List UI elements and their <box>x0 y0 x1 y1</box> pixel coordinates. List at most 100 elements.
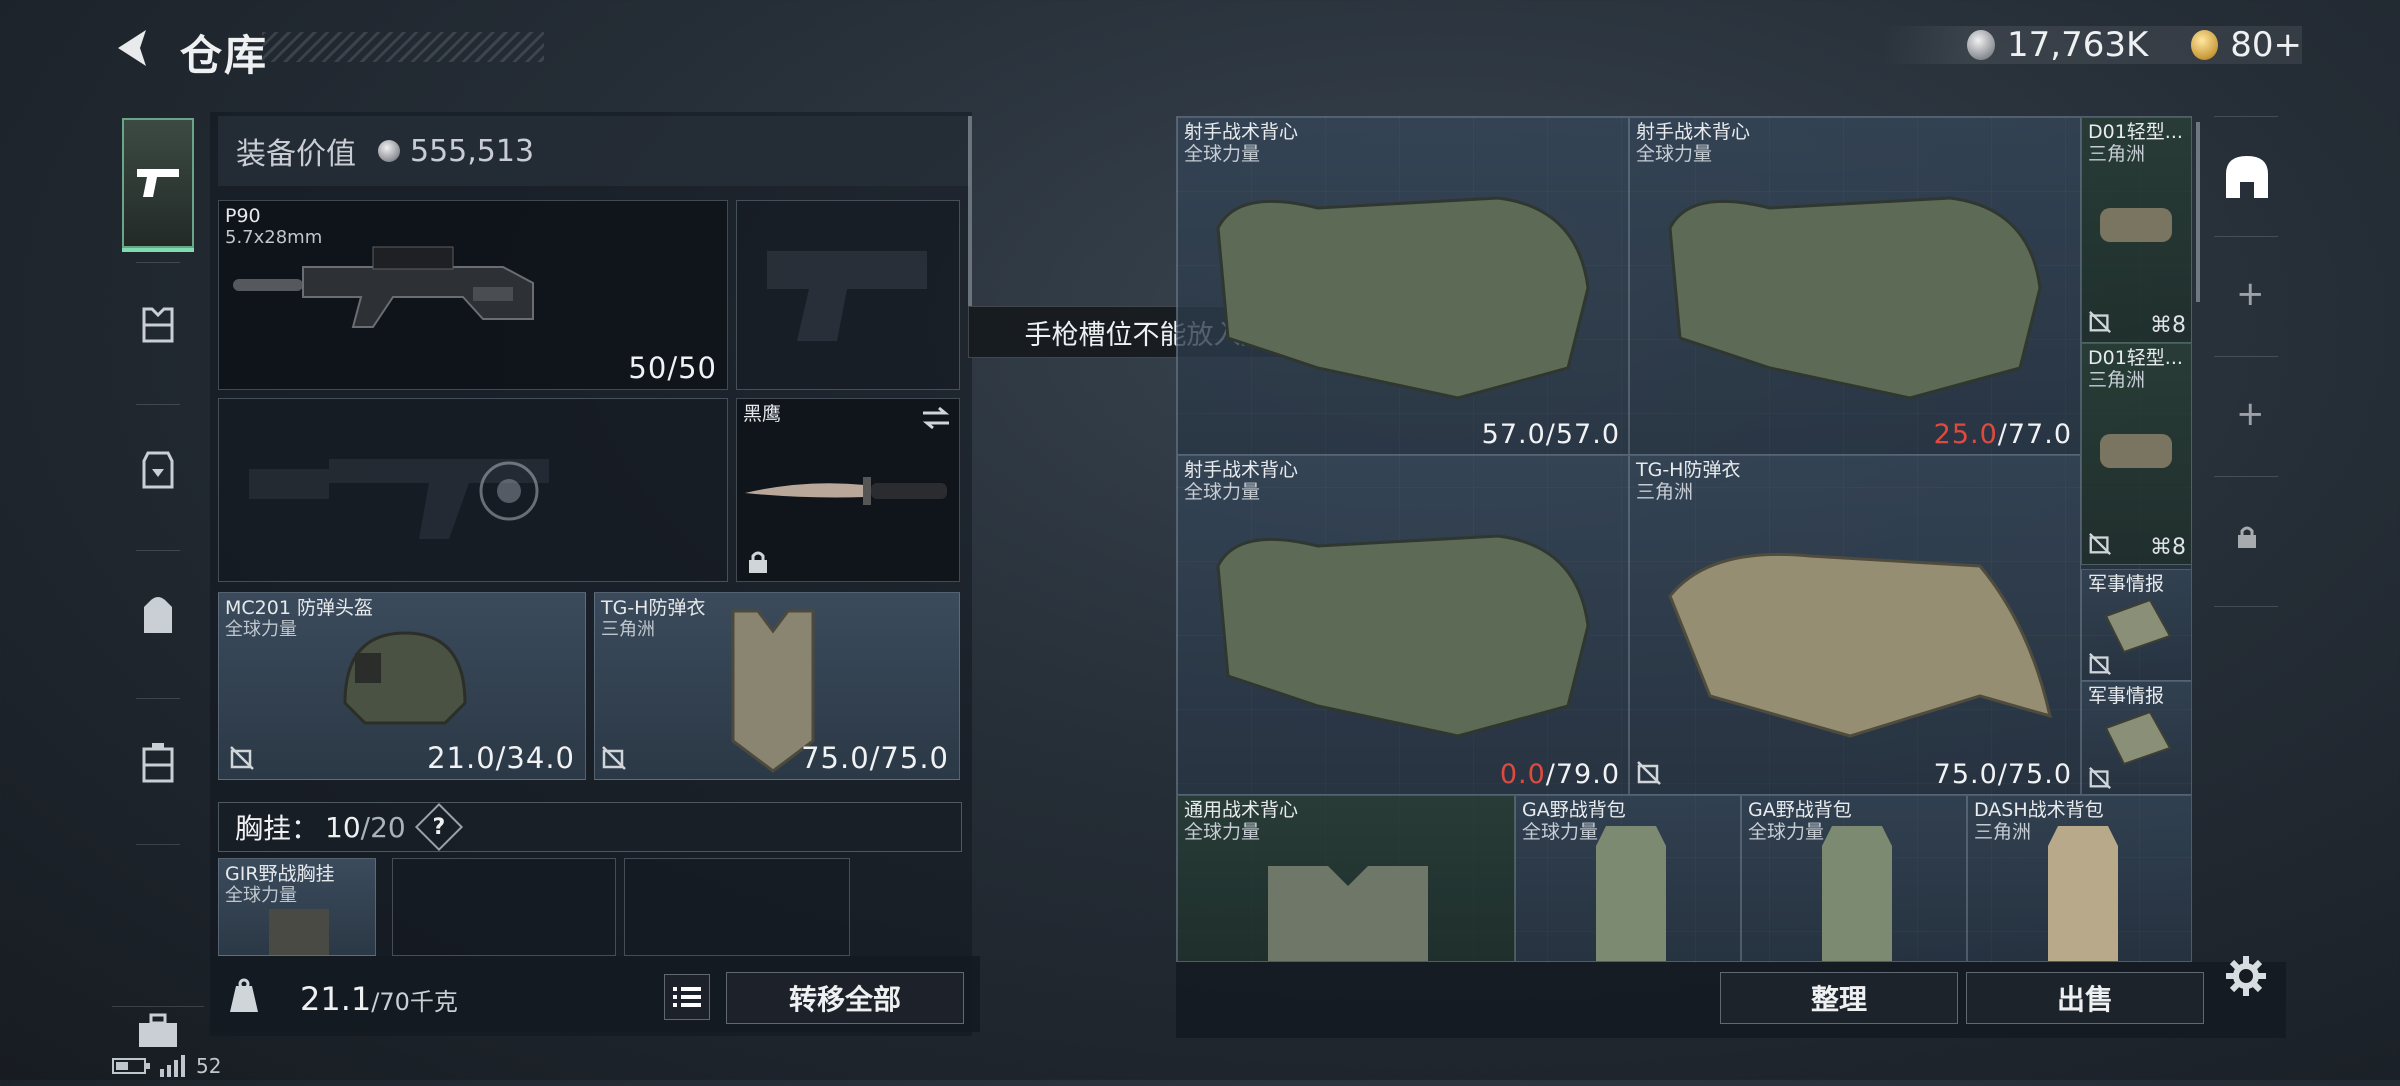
tactical-vest-icon <box>1216 534 1590 738</box>
gold-coin-icon <box>2190 30 2219 60</box>
storage-item[interactable]: D01轻型... 三角洲 ⌘8 <box>2081 117 2191 343</box>
item-name: 射手战术背心 <box>1184 459 1299 481</box>
armor-name: TG-H防弹衣 <box>601 597 706 619</box>
item-durability-current: 0.0 <box>1499 759 1546 790</box>
slot-secondary-weapon[interactable] <box>218 398 728 582</box>
chest-rig-label: 胸挂： <box>235 812 320 845</box>
equipment-value-label: 装备价值 <box>236 137 356 172</box>
storage-item[interactable]: D01轻型... 三角洲 ⌘8 <box>2081 343 2191 565</box>
panel-scrollbar[interactable] <box>968 116 972 306</box>
add-storage-icon[interactable]: + <box>2236 394 2265 434</box>
slot-pistol[interactable] <box>736 200 960 390</box>
slot-melee[interactable]: 黑鹰 <box>736 398 960 582</box>
chest-rig-header: 胸挂： 10 /20 ? <box>218 802 962 852</box>
item-source: 三角洲 <box>2088 369 2146 391</box>
lock-icon <box>749 551 767 573</box>
capacity-icon: ⌘ <box>2150 535 2172 560</box>
lock-icon <box>2238 526 2256 548</box>
armor-source: 三角洲 <box>601 619 655 640</box>
storage-scrollbar[interactable] <box>2196 122 2200 302</box>
storage-item[interactable]: 射手战术背心 全球力量 57.0/57.0 <box>1177 117 1629 455</box>
item-source: 三角洲 <box>2088 143 2146 165</box>
back-arrow-icon[interactable] <box>112 26 152 70</box>
help-button[interactable]: ? <box>414 802 463 852</box>
nav-backpack[interactable] <box>122 560 194 670</box>
battery-icon <box>112 1058 150 1074</box>
nav-armor[interactable] <box>122 270 194 380</box>
no-insure-icon <box>2089 767 2111 789</box>
item-count: 8 <box>2172 313 2186 338</box>
nav-weapons[interactable] <box>122 118 194 252</box>
item-name: 军事情报 <box>2088 573 2165 595</box>
warehouse-icon[interactable] <box>2222 152 2272 202</box>
slot-primary-weapon[interactable]: P90 5.7x28mm 50/50 <box>218 200 728 390</box>
item-source: 全球力量 <box>1636 143 1713 165</box>
rig-pocket-slot[interactable] <box>392 858 616 956</box>
storage-item[interactable]: TG-H防弹衣 三角洲 75.0/75.0 <box>1629 455 2081 795</box>
category-nav <box>112 108 204 1047</box>
equipment-value-bar: 装备价值 555,513 <box>218 116 970 186</box>
tactical-vest-icon <box>1268 866 1428 961</box>
pistol-icon <box>137 169 179 197</box>
item-durability-max: /79.0 <box>1545 759 1620 790</box>
silver-amount: 17,763K <box>2007 25 2149 65</box>
item-name: 军事情报 <box>2088 685 2165 707</box>
equipment-value: 555,513 <box>410 133 535 169</box>
melee-name: 黑鹰 <box>743 403 782 425</box>
weight-current: 21.1 <box>300 980 372 1018</box>
slot-chest-rig[interactable]: GIR野战胸挂 全球力量 <box>218 858 376 956</box>
armor-icon <box>142 307 174 343</box>
rifle-silhouette-icon <box>249 459 549 539</box>
storage-tabs: + + <box>2208 116 2284 962</box>
item-source: 三角洲 <box>1636 481 1694 503</box>
title-decoration <box>262 32 544 62</box>
slot-helmet[interactable]: MC201 防弹头盔 全球力量 21.0/34.0 <box>218 592 586 780</box>
storage-item[interactable]: GA野战背包 全球力量 <box>1741 795 1967 961</box>
item-name: 通用战术背心 <box>1184 799 1299 821</box>
storage-item[interactable]: 射手战术背心 全球力量 0.0/79.0 <box>1177 455 1629 795</box>
duffel-bag-icon <box>2100 208 2172 242</box>
storage-item[interactable]: 射手战术背心 全球力量 25.0/77.0 <box>1629 117 2081 455</box>
storage-item[interactable]: 通用战术背心 全球力量 <box>1177 795 1515 961</box>
capacity-icon: ⌘ <box>2150 313 2172 338</box>
weight-readout: 21.1/70千克 <box>300 980 458 1018</box>
storage-item[interactable]: 军事情报 <box>2081 681 2191 795</box>
sell-button[interactable]: 出售 <box>1966 972 2204 1024</box>
rig-name: GIR野战胸挂 <box>225 863 335 885</box>
no-insure-icon <box>2089 653 2111 675</box>
list-view-button[interactable] <box>664 974 710 1020</box>
transfer-all-button[interactable]: 转移全部 <box>726 972 964 1024</box>
item-name: D01轻型... <box>2088 347 2183 369</box>
item-durability-max: /57.0 <box>1545 419 1620 450</box>
add-storage-icon[interactable]: + <box>2236 274 2265 314</box>
silver-coin-icon <box>378 140 400 162</box>
backpack-icon <box>144 597 172 633</box>
item-durability-max: /77.0 <box>1997 419 2072 450</box>
rig-pocket-slot[interactable] <box>624 858 850 956</box>
nav-rig[interactable] <box>122 414 194 524</box>
sort-button[interactable]: 整理 <box>1720 972 1958 1024</box>
currency-bar: 17,763K 80+ <box>1882 25 2302 65</box>
no-insure-icon <box>1637 761 1661 785</box>
nav-case[interactable] <box>122 708 194 818</box>
storage-item[interactable]: GA野战背包 全球力量 <box>1515 795 1741 961</box>
tactical-vest-icon <box>1216 196 1590 400</box>
system-status: 52 <box>112 1054 221 1078</box>
no-insure-icon <box>602 746 626 770</box>
silver-coin-icon <box>1967 30 1996 60</box>
item-durability-current: 57.0 <box>1481 419 1546 450</box>
tactical-vest-icon <box>1668 196 2042 400</box>
slot-armor[interactable]: TG-H防弹衣 三角洲 75.0/75.0 <box>594 592 960 780</box>
weapon-name: P90 <box>225 205 261 227</box>
item-name: TG-H防弹衣 <box>1636 459 1741 481</box>
gold-amount[interactable]: 80+ <box>2230 25 2302 65</box>
chest-rig-used: 10 <box>325 810 361 844</box>
swap-icon[interactable] <box>921 405 951 431</box>
knife-icon <box>745 477 947 505</box>
no-insure-icon <box>2089 533 2111 555</box>
storage-item[interactable]: DASH战术背包 三角洲 <box>1967 795 2191 961</box>
duffel-bag-icon <box>2100 434 2172 468</box>
storage-item[interactable]: 军事情报 <box>2081 569 2191 681</box>
page-title: 仓库 <box>180 31 269 80</box>
item-name: D01轻型... <box>2088 121 2183 143</box>
